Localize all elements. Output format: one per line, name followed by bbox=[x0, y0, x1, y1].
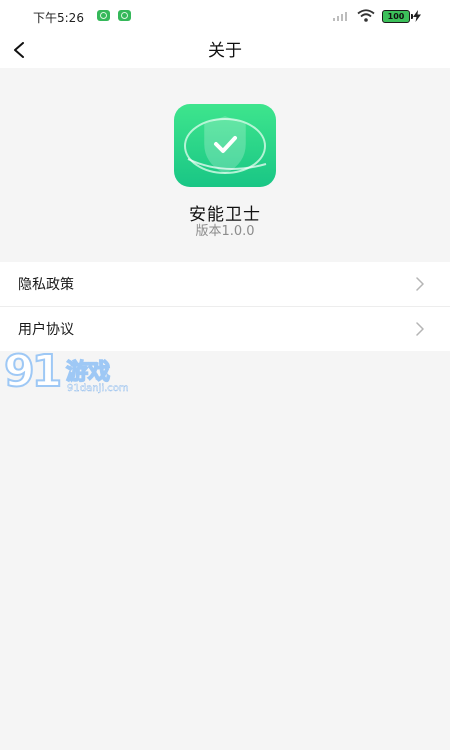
user-agreement-item[interactable]: 用户协议 bbox=[0, 306, 450, 351]
watermark-text: 游戏 bbox=[65, 359, 111, 386]
privacy-policy-item[interactable]: 隐私政策 bbox=[0, 262, 450, 306]
watermark-logo: 91 游戏 91danji.com bbox=[3, 345, 144, 404]
notification-icon bbox=[118, 10, 131, 21]
status-time: 下午5:26 bbox=[33, 11, 84, 25]
page-title: 关于 bbox=[208, 41, 242, 61]
nav-bar: 关于 bbox=[0, 32, 450, 68]
status-bar: 下午5:26 100 bbox=[0, 0, 450, 32]
menu-item-label: 用户协议 bbox=[18, 322, 74, 338]
app-version: 版本1.0.0 bbox=[195, 224, 255, 239]
chevron-right-icon bbox=[416, 322, 424, 336]
menu-item-label: 隐私政策 bbox=[18, 277, 74, 293]
app-logo-icon bbox=[174, 104, 276, 187]
chevron-right-icon bbox=[416, 277, 424, 291]
settings-menu: 隐私政策 用户协议 bbox=[0, 262, 450, 351]
charging-icon bbox=[413, 10, 421, 22]
battery-icon: 100 bbox=[382, 10, 413, 23]
notification-icon bbox=[97, 10, 110, 21]
battery-level: 100 bbox=[387, 12, 405, 21]
signal-icon bbox=[333, 12, 347, 21]
watermark-url: 91danji.com bbox=[67, 383, 129, 394]
wifi-icon bbox=[357, 9, 375, 22]
watermark-number: 91 bbox=[3, 345, 63, 398]
